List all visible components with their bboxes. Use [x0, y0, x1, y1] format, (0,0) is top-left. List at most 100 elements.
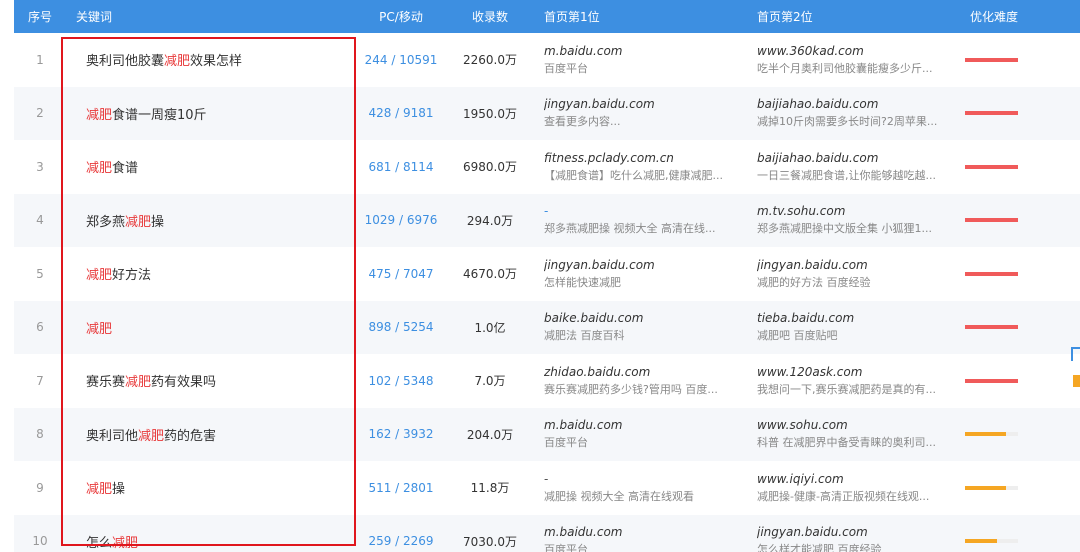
table-row[interactable]: 10 怎么减肥 259 / 2269 7030.0万 m.baidu.com 百度平台 ji… — [14, 514, 1080, 552]
pc-mobile-link[interactable]: 162 / 3932 — [356, 427, 446, 441]
keyword-pre: 怎么 — [86, 535, 113, 551]
second-site[interactable]: baijiahao.baidu.com — [757, 150, 965, 166]
pc-mobile-link[interactable]: 244 / 10591 — [356, 53, 446, 67]
keyword-cell[interactable]: 赛乐赛减肥药有效果吗 — [66, 371, 356, 390]
cropped-edge-icon — [1071, 347, 1080, 361]
second-position-cell[interactable]: baijiahao.baidu.com 减掉10斤肉需要多长时间?2周苹果... — [747, 96, 965, 130]
second-position-cell[interactable]: jingyan.baidu.com 减肥的好方法 百度经验 — [747, 257, 965, 291]
row-index: 5 — [36, 266, 44, 281]
first-site[interactable]: m.baidu.com — [544, 417, 747, 433]
difficulty-bar-fill — [965, 164, 1018, 169]
second-site[interactable]: tieba.baidu.com — [757, 310, 965, 326]
table-row[interactable]: 8 奥利司他减肥药的危害 162 / 3932 204.0万 m.baidu.com 百度… — [14, 407, 1080, 461]
keyword-cell[interactable]: 怎么减肥 — [66, 532, 356, 551]
second-desc: 减肥操-健康-高清正版视频在线观... — [757, 489, 930, 503]
table-row[interactable]: 4 郑多燕减肥操 1029 / 6976 294.0万 - 郑多燕减肥操 视频大全 高清在… — [14, 193, 1080, 247]
first-site[interactable]: baike.baidu.com — [544, 310, 747, 326]
first-position-cell[interactable]: m.baidu.com 百度平台 — [534, 43, 747, 77]
first-position-cell[interactable]: jingyan.baidu.com 查看更多内容... — [534, 96, 747, 130]
pc-mobile-link[interactable]: 259 / 2269 — [356, 534, 446, 548]
second-position-cell[interactable]: www.360kad.com 吃半个月奥利司他胶囊能瘦多少斤... — [747, 43, 965, 77]
header-index[interactable]: 序号 — [14, 8, 66, 25]
keyword-post: 药的危害 — [164, 428, 217, 444]
first-position-cell[interactable]: - 郑多燕减肥操 视频大全 高清在线... — [534, 203, 747, 237]
difficulty-bar — [965, 57, 1018, 62]
second-desc: 一日三餐减肥食谱,让你能够越吃越... — [757, 168, 936, 182]
table-row[interactable]: 3 减肥食谱 681 / 8114 6980.0万 fitness.pclady.com… — [14, 140, 1080, 194]
first-position-cell[interactable]: fitness.pclady.com.cn 【减肥食谱】吃什么减肥,健康减肥... — [534, 150, 747, 184]
second-site[interactable]: www.120ask.com — [757, 364, 965, 380]
difficulty-bar-fill — [965, 485, 1007, 490]
keyword-post: 食谱一周瘦10斤 — [112, 107, 207, 123]
table-row[interactable]: 6 减肥 898 / 5254 1.0亿 baike.baidu.com 减肥法 百度百科… — [14, 300, 1080, 354]
second-desc: 郑多燕减肥操中文版全集 小狐狸1... — [757, 222, 932, 236]
header-second-position[interactable]: 首页第2位 — [747, 8, 965, 25]
pc-mobile-link[interactable]: 475 / 7047 — [356, 267, 446, 281]
table-row[interactable]: 7 赛乐赛减肥药有效果吗 102 / 5348 7.0万 zhidao.baidu.co… — [14, 354, 1080, 408]
second-position-cell[interactable]: www.120ask.com 我想问一下,赛乐赛减肥药是真的有... — [747, 364, 965, 398]
first-site[interactable]: - — [544, 471, 747, 487]
table-row[interactable]: 5 减肥好方法 475 / 7047 4670.0万 jingyan.baidu.com… — [14, 247, 1080, 301]
first-site[interactable]: m.baidu.com — [544, 524, 747, 540]
first-site[interactable]: fitness.pclady.com.cn — [544, 150, 747, 166]
indexed-count: 2260.0万 — [463, 53, 517, 68]
keyword-cell[interactable]: 奥利司他胶囊减肥效果怎样 — [66, 50, 356, 69]
first-site[interactable]: zhidao.baidu.com — [544, 364, 747, 380]
header-indexed[interactable]: 收录数 — [446, 8, 534, 25]
keyword-cell[interactable]: 减肥食谱 — [66, 157, 356, 176]
second-site[interactable]: jingyan.baidu.com — [757, 524, 965, 540]
indexed-count: 294.0万 — [466, 213, 514, 228]
table-row[interactable]: 9 减肥操 511 / 2801 11.8万 - 减肥操 视频大全 高清在线观看 www.i… — [14, 461, 1080, 515]
keyword-cell[interactable]: 郑多燕减肥操 — [66, 211, 356, 230]
second-site[interactable]: www.sohu.com — [757, 417, 965, 433]
first-site[interactable]: m.baidu.com — [544, 43, 747, 59]
table-row[interactable]: 1 奥利司他胶囊减肥效果怎样 244 / 10591 2260.0万 m.baidu.c… — [14, 33, 1080, 87]
keyword-cell[interactable]: 减肥 — [66, 318, 356, 337]
pc-mobile-link[interactable]: 428 / 9181 — [356, 106, 446, 120]
row-index: 1 — [36, 52, 44, 67]
pc-mobile-link[interactable]: 102 / 5348 — [356, 374, 446, 388]
first-site[interactable]: jingyan.baidu.com — [544, 96, 747, 112]
second-site[interactable]: www.360kad.com — [757, 43, 965, 59]
pc-mobile-link[interactable]: 681 / 8114 — [356, 160, 446, 174]
second-position-cell[interactable]: jingyan.baidu.com 怎么样才能减肥 百度经验 — [747, 524, 965, 552]
header-keyword[interactable]: 关键词 — [66, 8, 356, 25]
header-pc-mobile[interactable]: PC/移动 — [356, 8, 446, 25]
first-site[interactable]: jingyan.baidu.com — [544, 257, 747, 273]
keyword-cell[interactable]: 减肥操 — [66, 478, 356, 497]
second-position-cell[interactable]: www.sohu.com 科普 在减肥界中备受青睐的奥利司... — [747, 417, 965, 451]
first-desc: 百度平台 — [544, 61, 588, 75]
second-position-cell[interactable]: m.tv.sohu.com 郑多燕减肥操中文版全集 小狐狸1... — [747, 203, 965, 237]
second-site[interactable]: baijiahao.baidu.com — [757, 96, 965, 112]
first-position-cell[interactable]: m.baidu.com 百度平台 — [534, 524, 747, 552]
first-position-cell[interactable]: - 减肥操 视频大全 高清在线观看 — [534, 471, 747, 505]
second-position-cell[interactable]: baijiahao.baidu.com 一日三餐减肥食谱,让你能够越吃越... — [747, 150, 965, 184]
first-position-cell[interactable]: baike.baidu.com 减肥法 百度百科 — [534, 310, 747, 344]
second-site[interactable]: jingyan.baidu.com — [757, 257, 965, 273]
header-first-position[interactable]: 首页第1位 — [534, 8, 747, 25]
pc-mobile-link[interactable]: 1029 / 6976 — [356, 213, 446, 227]
keyword-cell[interactable]: 减肥好方法 — [66, 264, 356, 283]
keyword-hl: 减肥 — [125, 214, 152, 230]
header-difficulty[interactable]: 优化难度 — [965, 8, 1055, 25]
keyword-hl: 减肥 — [125, 375, 152, 391]
second-position-cell[interactable]: www.iqiyi.com 减肥操-健康-高清正版视频在线观... — [747, 471, 965, 505]
pc-mobile-link[interactable]: 898 / 5254 — [356, 320, 446, 334]
table-row[interactable]: 2 减肥食谱一周瘦10斤 428 / 9181 1950.0万 jingyan.baid… — [14, 86, 1080, 140]
second-site[interactable]: m.tv.sohu.com — [757, 203, 965, 219]
cropped-edge-badge — [1073, 375, 1080, 387]
row-index: 2 — [36, 106, 44, 121]
first-position-cell[interactable]: zhidao.baidu.com 赛乐赛减肥药多少钱?管用吗 百度... — [534, 364, 747, 398]
first-position-cell[interactable]: jingyan.baidu.com 怎样能快速减肥 — [534, 257, 747, 291]
first-position-cell[interactable]: m.baidu.com 百度平台 — [534, 417, 747, 451]
difficulty-bar — [965, 432, 1018, 437]
keyword-post: 好方法 — [112, 268, 152, 284]
second-position-cell[interactable]: tieba.baidu.com 减肥吧 百度贴吧 — [747, 310, 965, 344]
first-desc: 减肥操 视频大全 高清在线观看 — [544, 489, 694, 503]
second-site[interactable]: www.iqiyi.com — [757, 471, 965, 487]
first-site[interactable]: - — [544, 203, 747, 219]
difficulty-bar — [965, 539, 1018, 544]
pc-mobile-link[interactable]: 511 / 2801 — [356, 481, 446, 495]
keyword-cell[interactable]: 减肥食谱一周瘦10斤 — [66, 104, 356, 123]
keyword-cell[interactable]: 奥利司他减肥药的危害 — [66, 425, 356, 444]
